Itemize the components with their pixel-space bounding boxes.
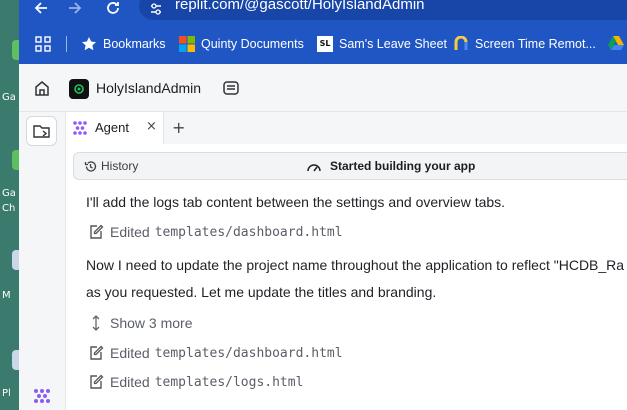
desktop-label: Ga xyxy=(2,92,16,103)
edited-label: Edited xyxy=(110,224,150,240)
desktop-app-icon[interactable] xyxy=(12,40,19,60)
history-button[interactable]: History xyxy=(101,159,138,173)
show-more-button[interactable]: Show 3 more xyxy=(88,314,192,332)
project-avatar[interactable] xyxy=(69,79,89,99)
add-tab-button[interactable]: + xyxy=(172,118,185,137)
desktop-label: Ga xyxy=(2,188,16,199)
bookmark-label: Sam's Leave Sheet xyxy=(339,37,448,51)
agent-icon xyxy=(73,121,87,135)
gauge-icon xyxy=(307,164,321,172)
show-more-label: Show 3 more xyxy=(110,315,193,331)
star-icon xyxy=(82,37,96,51)
agent-message: as you requested. Let me update the titl… xyxy=(86,284,437,300)
desktop-app-icon[interactable] xyxy=(12,350,19,370)
arrow-right-icon xyxy=(69,2,82,14)
folder-icon xyxy=(33,125,50,138)
desktop-app-icon[interactable] xyxy=(12,250,19,270)
reload-icon xyxy=(107,2,119,14)
replit-workspace: HolyIslandAdmin Agent × + History Starte… xyxy=(19,64,627,410)
desktop-app-icon[interactable] xyxy=(12,150,19,170)
bookmark-label: Bookmarks xyxy=(103,37,166,51)
tab-label: Agent xyxy=(95,120,129,135)
google-drive-icon[interactable] xyxy=(608,36,624,51)
site-settings-icon[interactable] xyxy=(149,2,163,16)
close-tab-icon[interactable]: × xyxy=(146,119,157,134)
microsoft-icon xyxy=(179,36,195,52)
bookmark-bookmarks[interactable]: Bookmarks xyxy=(81,34,166,54)
desktop-label: Pl xyxy=(2,388,11,399)
bookmarks-bar: Bookmarks Quinty Documents SL Sam's Leav… xyxy=(19,24,627,64)
bookmarks-divider xyxy=(66,36,67,52)
edited-file-item[interactable]: Edited templates/logs.html xyxy=(88,373,303,391)
browser-nav-row: replit.com/@gascott/HolyIslandAdmin xyxy=(19,0,627,20)
edit-file-icon xyxy=(90,224,104,239)
agent-icon[interactable] xyxy=(33,388,51,404)
edited-label: Edited xyxy=(110,374,150,390)
agent-status-bar: History Started building your app xyxy=(73,152,627,180)
left-sidebar xyxy=(19,112,66,410)
address-bar[interactable]: replit.com/@gascott/HolyIslandAdmin xyxy=(139,0,627,20)
agent-panel: History Started building your app I'll a… xyxy=(66,144,627,410)
edited-file-path: templates/dashboard.html xyxy=(154,345,343,361)
browser-chrome: replit.com/@gascott/HolyIslandAdmin Book… xyxy=(19,0,627,64)
tab-agent[interactable]: Agent × xyxy=(66,112,164,144)
bookmark-quinty-documents[interactable]: Quinty Documents xyxy=(179,34,304,54)
arrow-left-icon xyxy=(34,2,47,14)
edited-file-path: templates/logs.html xyxy=(154,374,304,390)
desktop-background: Ga Ga Ch M Pl xyxy=(0,0,19,410)
project-logo-icon xyxy=(74,84,84,94)
edit-file-icon xyxy=(90,345,104,360)
screen-time-icon xyxy=(454,36,468,50)
edited-label: Edited xyxy=(110,345,150,361)
apps-grid-icon[interactable] xyxy=(35,36,51,52)
edited-file-item[interactable]: Edited templates/dashboard.html xyxy=(88,344,343,362)
url-text: replit.com/@gascott/HolyIslandAdmin xyxy=(175,0,425,13)
agent-status-text: Started building your app xyxy=(330,159,476,173)
workspace-settings-icon[interactable] xyxy=(222,79,240,97)
tab-bar: Agent × + xyxy=(66,112,627,144)
edited-file-path: templates/dashboard.html xyxy=(154,224,343,240)
home-icon[interactable] xyxy=(33,79,51,97)
bookmark-label: Quinty Documents xyxy=(201,37,304,51)
files-button[interactable] xyxy=(26,116,57,146)
desktop-label: Ch xyxy=(2,203,16,214)
bookmark-sams-leave-sheet[interactable]: SL Sam's Leave Sheet xyxy=(317,34,447,54)
workspace-header: HolyIslandAdmin xyxy=(19,64,627,112)
bookmark-label: Screen Time Remot... xyxy=(475,37,596,51)
desktop-label: M xyxy=(2,290,11,301)
back-button[interactable] xyxy=(29,0,53,18)
project-name[interactable]: HolyIslandAdmin xyxy=(96,80,201,96)
edit-file-icon xyxy=(90,374,104,389)
agent-message: I'll add the logs tab content between th… xyxy=(86,194,506,210)
sl-icon: SL xyxy=(317,36,333,52)
history-icon[interactable] xyxy=(84,160,97,173)
agent-message: Now I need to update the project name th… xyxy=(86,257,625,273)
bookmark-screen-time[interactable]: Screen Time Remot... xyxy=(453,34,596,54)
expand-vertical-icon xyxy=(92,315,100,331)
edited-file-item[interactable]: Edited templates/dashboard.html xyxy=(88,223,343,241)
reload-button[interactable] xyxy=(101,0,125,18)
forward-button[interactable] xyxy=(63,0,87,18)
